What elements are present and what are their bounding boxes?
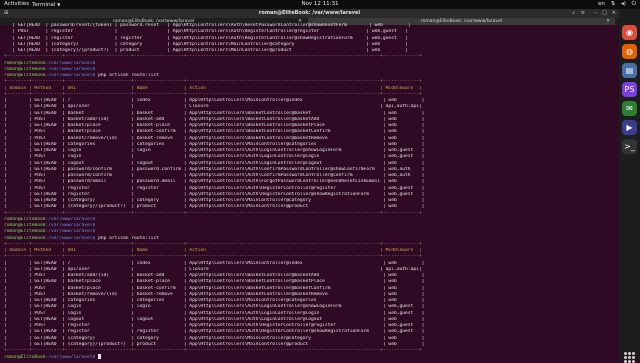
chrome-icon: ◉	[626, 28, 633, 37]
minimize-icon[interactable]: –	[595, 9, 598, 18]
command-text: php artisan route:list	[98, 235, 159, 241]
text-cursor	[98, 354, 102, 360]
prompt-path: :/var/www/laravel$	[45, 229, 96, 235]
prompt-path: :/var/www/laravel$	[45, 73, 96, 78]
chat-launcher[interactable]: ✉	[622, 101, 637, 116]
terminal-launcher[interactable]: >_	[622, 139, 637, 154]
dock: ◉ ◍ ▤ PS ✉ ▶ >_	[619, 9, 640, 363]
files-launcher[interactable]: ▤	[622, 63, 637, 78]
prompt-path: :/var/www/laravel$	[45, 60, 96, 66]
prompt-path: :/var/www/laravel$	[45, 235, 96, 241]
volume-icon: ◂)	[620, 1, 626, 7]
firefox-launcher[interactable]: ◍	[622, 44, 637, 59]
prompt-user: roman@EliteBook	[4, 216, 46, 222]
prompt-user: roman@EliteBook	[4, 73, 46, 78]
chat-icon: ✉	[626, 104, 633, 113]
close-icon[interactable]: ✕	[612, 9, 616, 18]
terminal-icon: >_	[624, 142, 635, 151]
prompt-path: :/var/www/laravel$	[45, 216, 96, 222]
chrome-launcher[interactable]: ◉	[622, 25, 637, 40]
language-indicator[interactable]: en	[598, 1, 605, 7]
show-apps-icon[interactable]	[624, 352, 635, 363]
prompt-user: roman@EliteBook	[4, 60, 46, 66]
menu-icon[interactable]: ≡	[581, 9, 585, 18]
video-player-launcher[interactable]: ▶	[622, 120, 637, 135]
network-icon: ⇅	[610, 1, 616, 7]
video-player-icon: ▶	[626, 123, 633, 132]
clock[interactable]: Nov 12 11:31	[0, 0, 640, 9]
command-text: php artisan route:list	[98, 73, 159, 78]
firefox-icon: ◍	[626, 47, 633, 56]
search-icon[interactable]: ⌕	[572, 9, 575, 18]
prompt-user: roman@EliteBook	[4, 66, 46, 72]
power-icon: ⏻	[631, 1, 636, 7]
phpstorm-icon: PS	[624, 85, 635, 94]
window-title: roman@EliteBook: /var/www/laravel	[258, 10, 361, 16]
prompt-path: :/var/www/laravel$	[45, 223, 96, 228]
window-titlebar: ⊞ roman@EliteBook: /var/www/laravel ⌕ ≡ …	[0, 9, 619, 18]
top-bar: Activities Terminal ▼ Nov 12 11:31 en ⇅ ◂…	[0, 0, 640, 9]
prompt-path: :/var/www/laravel$	[45, 66, 96, 72]
prompt-user: roman@EliteBook	[4, 229, 46, 235]
maximize-icon[interactable]: □	[602, 9, 607, 18]
terminal-window: ⊞ roman@EliteBook: /var/www/laravel ⌕ ≡ …	[0, 9, 619, 360]
files-icon: ▤	[625, 66, 634, 75]
system-tray[interactable]: en ⇅ ◂) ⏻	[594, 0, 636, 9]
prompt-user: roman@EliteBook	[4, 235, 46, 241]
phpstorm-launcher[interactable]: PS	[622, 82, 637, 97]
terminal-output[interactable]: | GET|HEAD | password/reset/{token} | pa…	[4, 23, 616, 361]
prompt-user: roman@EliteBook	[4, 223, 46, 228]
